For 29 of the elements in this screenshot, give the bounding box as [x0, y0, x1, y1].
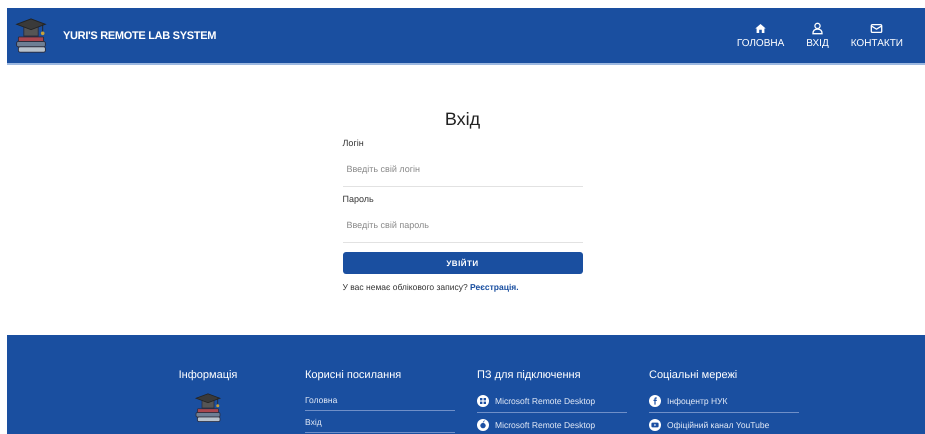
nav-link[interactable]: КОНТАКТИ — [850, 22, 903, 49]
facebook-icon — [649, 395, 661, 407]
graduation-cap-books-icon — [13, 18, 49, 54]
footer-heading: Соціальні мережі — [649, 369, 738, 381]
footer-link[interactable]: Офіційний канал YouTube — [649, 417, 799, 434]
field-label: Пароль — [342, 194, 375, 204]
footer-heading: Корисні посилання — [305, 369, 402, 381]
apple-icon — [477, 419, 489, 431]
footer-link[interactable]: Вхід — [305, 415, 455, 433]
footer-link[interactable]: Інфоцентр НУК — [649, 393, 799, 413]
video-play-icon — [649, 419, 661, 431]
signup-prompt: У вас немає облікового запису? — [342, 282, 469, 292]
register-link[interactable]: Реєстрація. — [470, 282, 519, 292]
windows-icon — [477, 395, 489, 407]
user-icon — [810, 22, 824, 35]
login-button[interactable]: УВІЙТИ — [342, 252, 582, 274]
nav-link[interactable]: ВХІД — [806, 22, 829, 49]
footer-link[interactable]: Microsoft Remote Desktop — [477, 393, 627, 413]
footer-link[interactable]: Головна — [305, 393, 455, 411]
footer-link[interactable]: Microsoft Remote Desktop — [477, 417, 627, 434]
form-title: Вхід — [444, 109, 482, 130]
home-icon — [754, 22, 768, 35]
nav-link[interactable]: ГОЛОВНА — [736, 22, 784, 49]
footer-heading: ПЗ для підключення — [477, 369, 582, 381]
envelope-icon — [870, 22, 884, 35]
site-title: YURI'S REMOTE LAB SYSTEM — [63, 30, 216, 42]
field-label: Логін — [342, 138, 365, 148]
graduation-cap-books-icon — [193, 393, 223, 423]
footer-heading: Інформація — [178, 369, 238, 381]
